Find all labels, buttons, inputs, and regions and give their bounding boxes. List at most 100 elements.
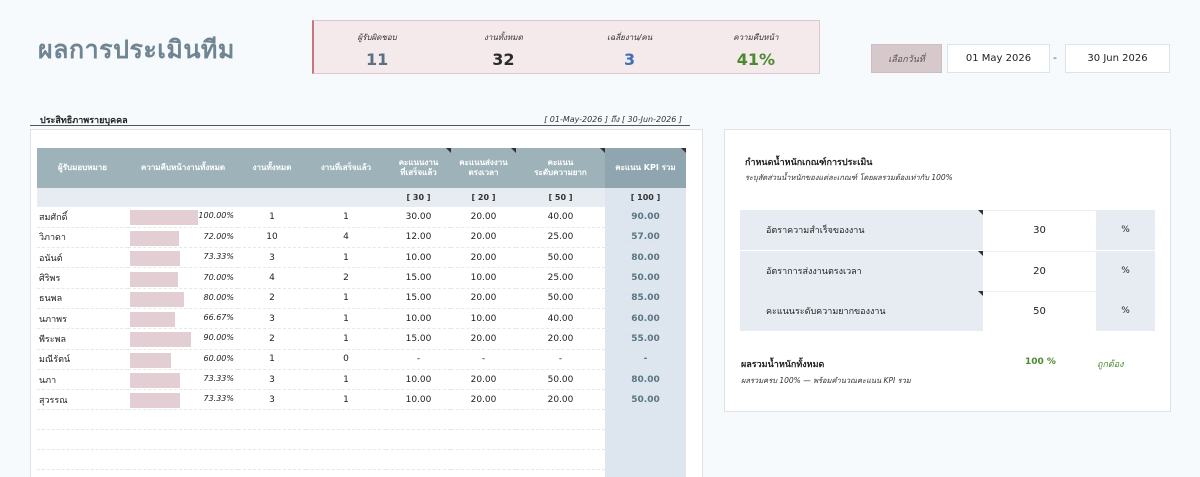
col-header-total[interactable]: งานทั้งหมด <box>238 148 306 188</box>
start-date-input[interactable]: 01 May 2026 <box>947 44 1050 73</box>
table-row: นภา 73.33% 3 1 10.00 20.00 50.00 80.00 <box>37 369 686 391</box>
score-done: 15.00 <box>386 288 451 309</box>
owner-name: ธนพล <box>37 288 128 309</box>
progress-text: 100.00% <box>198 211 234 221</box>
weight-kpi: [ 100 ] <box>605 188 686 207</box>
progress-bar <box>130 210 198 226</box>
kpi-total: 50.00 <box>605 267 686 289</box>
progress-bar <box>130 291 185 307</box>
score-ontime: 20.00 <box>451 369 516 391</box>
section-divider <box>30 125 690 126</box>
progress-bar <box>130 393 180 409</box>
score-done: 15.00 <box>386 328 451 350</box>
owner-name: วิภาดา <box>37 227 128 249</box>
score-difficulty: 40.00 <box>516 308 605 330</box>
weight-input-difficulty[interactable]: 50 <box>983 291 1096 331</box>
score-ontime: - <box>451 349 516 370</box>
weights-panel-title: กำหนดน้ำหนักเกณฑ์การประเมิน <box>745 158 873 168</box>
score-done: 15.00 <box>386 267 451 289</box>
summary-progress: ความคืบหน้า 41% <box>693 21 819 73</box>
done-tasks: 1 <box>306 288 386 309</box>
owner-name: พีระพล <box>37 328 128 350</box>
score-difficulty: 20.00 <box>516 389 605 411</box>
end-date-input[interactable]: 30 Jun 2026 <box>1065 44 1170 73</box>
table-row: อนันต์ 73.33% 3 1 10.00 20.00 50.00 80.00 <box>37 247 686 269</box>
owner-name: อนันต์ <box>37 247 128 269</box>
empty-row <box>37 429 686 451</box>
score-difficulty: 50.00 <box>516 369 605 391</box>
score-done: 12.00 <box>386 227 451 249</box>
summary-owners: ผู้รับผิดชอบ 11 <box>314 21 440 73</box>
progress-bar <box>130 312 176 328</box>
summary-value: 32 <box>492 50 515 69</box>
score-difficulty: - <box>516 349 605 370</box>
weight-row-ontime: อัตราการส่งงานตรงเวลา 20 % <box>740 251 1155 291</box>
total-tasks: 2 <box>238 328 306 350</box>
progress-text: 72.00% <box>203 231 234 241</box>
total-tasks: 4 <box>238 267 306 289</box>
score-ontime: 20.00 <box>451 328 516 350</box>
score-ontime: 10.00 <box>451 308 516 330</box>
progress-cell: 73.33% <box>128 389 238 411</box>
col-header-kpi[interactable]: คะแนน KPI รวม <box>605 148 686 188</box>
score-done: 10.00 <box>386 308 451 330</box>
total-tasks: 3 <box>238 369 306 391</box>
comment-marker-icon <box>978 291 983 296</box>
progress-bar <box>130 373 180 389</box>
col-header-score-ontime[interactable]: คะแนนส่งงาน ตรงเวลา <box>451 148 516 188</box>
summary-value: 41% <box>736 50 776 69</box>
summary-label: เฉลี่ยงาน/คน <box>607 33 653 42</box>
weight-label: คะแนนระดับความยากของงาน <box>766 307 886 317</box>
total-tasks: 3 <box>238 308 306 330</box>
col-header-score-done[interactable]: คะแนนงาน ที่เสร็จแล้ว <box>386 148 451 188</box>
table-row: นภาพร 66.67% 3 1 10.00 10.00 40.00 60.00 <box>37 308 686 330</box>
weight-unit: % <box>1096 291 1155 331</box>
total-tasks: 3 <box>238 389 306 411</box>
total-tasks: 10 <box>238 227 306 249</box>
progress-bar <box>130 251 180 267</box>
kpi-total: 57.00 <box>605 227 686 249</box>
progress-text: 73.33% <box>203 374 234 384</box>
kpi-total: 90.00 <box>605 207 686 228</box>
weights-total-status: ถูกต้อง <box>1097 360 1124 370</box>
owner-name: นภา <box>37 369 128 391</box>
progress-bar <box>130 352 171 368</box>
table-row: พีระพล 90.00% 2 1 15.00 20.00 20.00 55.00 <box>37 328 686 350</box>
done-tasks: 1 <box>306 389 386 411</box>
empty-row <box>37 409 686 431</box>
kpi-total: 80.00 <box>605 247 686 269</box>
table-body: สมศักดิ์ 100.00% 1 1 30.00 20.00 40.00 90.00 วิภ… <box>37 207 686 471</box>
kpi-total: 60.00 <box>605 308 686 330</box>
progress-bar <box>130 230 179 246</box>
summary-value: 11 <box>365 50 389 69</box>
progress-bar <box>130 271 178 287</box>
progress-cell: 60.00% <box>128 349 238 370</box>
score-done: 30.00 <box>386 207 451 228</box>
col-header-owner[interactable]: ผู้รับมอบหมาย <box>37 148 128 188</box>
date-separator: - <box>1053 51 1057 64</box>
owner-name: มณีรัตน์ <box>37 349 128 370</box>
col-header-done[interactable]: งานที่เสร็จแล้ว <box>306 148 386 188</box>
kpi-total: 55.00 <box>605 328 686 350</box>
total-tasks: 3 <box>238 247 306 269</box>
col-header-progress[interactable]: ความคืบหน้างานทั้งหมด <box>128 148 238 188</box>
weight-row: [ 30 ] [ 20 ] [ 50 ] [ 100 ] <box>37 188 686 207</box>
weight-input-success[interactable]: 30 <box>983 210 1096 250</box>
score-done: 10.00 <box>386 389 451 411</box>
col-header-score-difficulty[interactable]: คะแนน ระดับความยาก <box>516 148 605 188</box>
weight-ontime: [ 20 ] <box>451 188 516 207</box>
score-difficulty: 20.00 <box>516 328 605 350</box>
kpi-total: - <box>605 349 686 370</box>
weight-label: อัตราการส่งงานตรงเวลา <box>766 267 862 277</box>
table-row: สมศักดิ์ 100.00% 1 1 30.00 20.00 40.00 90.00 <box>37 207 686 228</box>
page-title: ผลการประเมินทีม <box>38 35 235 64</box>
table-row: สุวรรณ 73.33% 3 1 10.00 20.00 20.00 50.00 <box>37 389 686 411</box>
progress-text: 70.00% <box>203 272 234 282</box>
weight-done: [ 30 ] <box>386 188 451 207</box>
table-header-row: ผู้รับมอบหมาย ความคืบหน้างานทั้งหมด งานท… <box>37 148 686 188</box>
weight-label: อัตราความสำเร็จของงาน <box>766 226 865 236</box>
weight-input-ontime[interactable]: 20 <box>983 251 1096 291</box>
progress-text: 73.33% <box>203 394 234 404</box>
weight-unit: % <box>1096 251 1155 291</box>
score-ontime: 10.00 <box>451 267 516 289</box>
